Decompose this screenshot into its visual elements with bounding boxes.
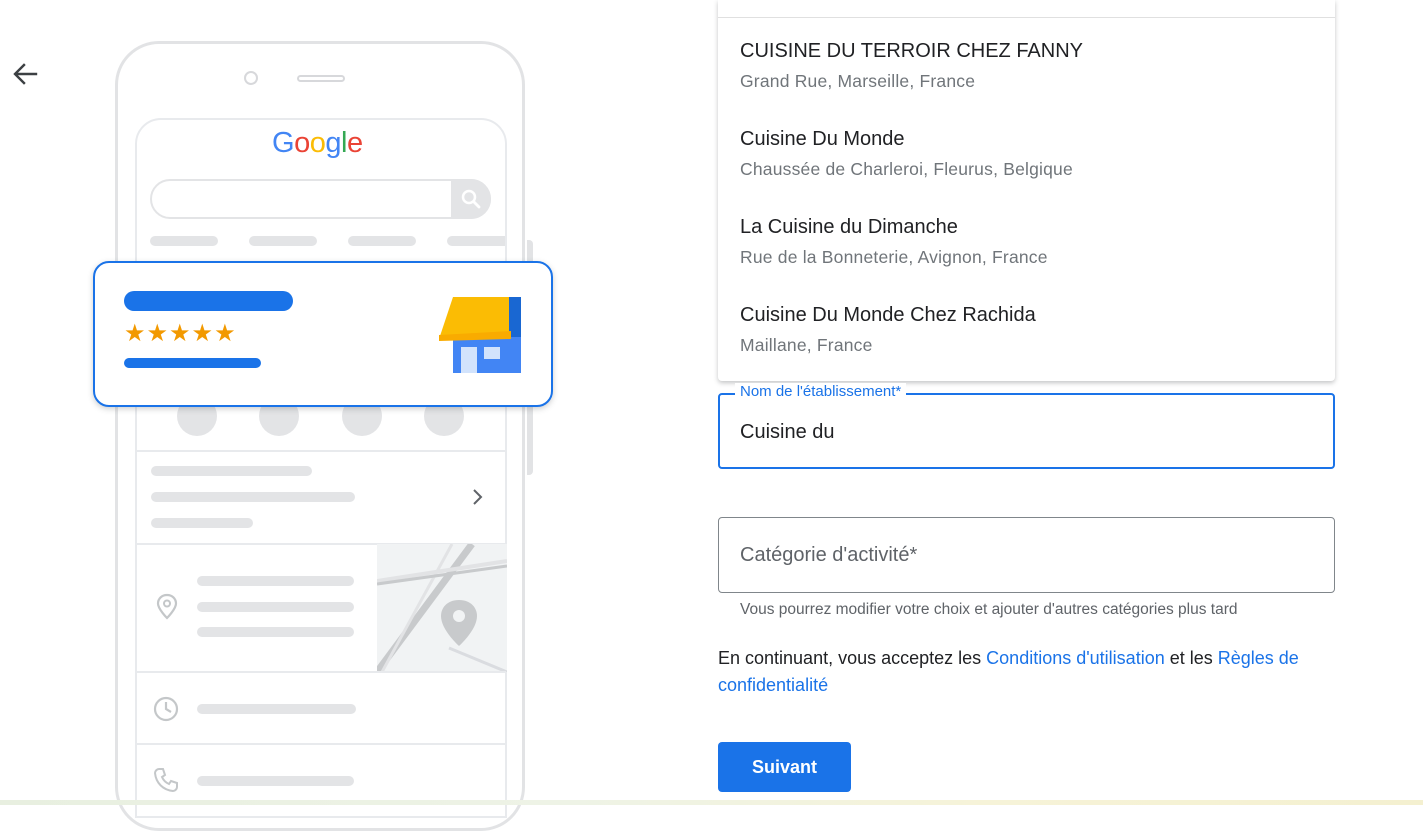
placeholder-tab: [150, 236, 218, 246]
bottom-strip: [0, 800, 1423, 805]
placeholder-tab: [348, 236, 416, 246]
placeholder-line: [151, 492, 355, 502]
clock-icon: [153, 696, 179, 722]
suggestion-item[interactable]: Cuisine Du Monde Chaussée de Charleroi, …: [718, 108, 1335, 196]
business-name-input[interactable]: Cuisine du: [718, 393, 1335, 469]
business-detail-bar: [124, 358, 261, 368]
terms-of-service-link[interactable]: Conditions d'utilisation: [986, 648, 1165, 668]
business-name-bar: [124, 291, 293, 311]
suggestion-address: Maillane, France: [740, 335, 873, 355]
placeholder-line: [197, 602, 354, 612]
location-pin-icon: [156, 593, 178, 620]
suggestion-title: Cuisine Du Monde: [740, 128, 905, 150]
suggestion-title: CUISINE DU TERROIR CHEZ FANNY: [740, 40, 1083, 62]
rating-stars: ★★★★★: [124, 320, 237, 347]
suggestion-item[interactable]: La Cuisine du Dimanche Rue de la Bonnete…: [718, 196, 1335, 284]
placeholder-line: [197, 704, 356, 714]
business-name-value: Cuisine du: [740, 421, 835, 443]
back-button[interactable]: [10, 60, 40, 90]
terms-text: En continuant, vous acceptez les Conditi…: [718, 645, 1343, 699]
placeholder-tab: [249, 236, 317, 246]
suggestion-address: Grand Rue, Marseille, France: [740, 71, 976, 91]
map-thumbnail: [377, 544, 507, 672]
suggestion-address: Rue de la Bonneterie, Avignon, France: [740, 247, 1048, 267]
phone-camera: [244, 71, 258, 85]
placeholder-line: [197, 576, 354, 586]
illustration-search-button: [451, 179, 491, 219]
placeholder-line: [151, 466, 312, 476]
arrow-back-icon: [13, 63, 38, 85]
suggestion-item[interactable]: Cuisine Du Monde Chez Rachida Maillane, …: [718, 284, 1335, 372]
dropdown-divider: [718, 17, 1335, 18]
divider: [136, 450, 506, 452]
chevron-right-icon: [473, 489, 483, 505]
suggestion-title: La Cuisine du Dimanche: [740, 216, 958, 238]
category-input[interactable]: Catégorie d'activité*: [718, 517, 1335, 593]
placeholder-line: [197, 776, 354, 786]
placeholder-tab: [447, 236, 505, 246]
phone-icon: [153, 768, 178, 793]
category-placeholder: Catégorie d'activité*: [740, 544, 918, 566]
divider: [136, 743, 506, 745]
divider: [136, 671, 506, 673]
next-button[interactable]: Suivant: [718, 742, 851, 792]
illustration-search-bar: [150, 179, 491, 219]
terms-prefix: En continuant, vous acceptez les: [718, 648, 987, 668]
suggestion-address: Chaussée de Charleroi, Fleurus, Belgique: [740, 159, 1073, 179]
suggestion-item[interactable]: CUISINE DU TERROIR CHEZ FANNY Grand Rue,…: [718, 20, 1335, 108]
placeholder-line: [197, 627, 354, 637]
phone-speaker: [297, 75, 345, 82]
terms-middle: et les: [1164, 648, 1218, 668]
suggestion-title: Cuisine Du Monde Chez Rachida: [740, 304, 1036, 326]
storefront-icon: [439, 297, 521, 373]
business-name-label: Nom de l'établissement*: [735, 383, 907, 400]
google-logo: Google: [272, 127, 363, 159]
placeholder-line: [151, 518, 253, 528]
search-icon: [461, 189, 481, 209]
category-helper-text: Vous pourrez modifier votre choix et ajo…: [740, 601, 1238, 618]
